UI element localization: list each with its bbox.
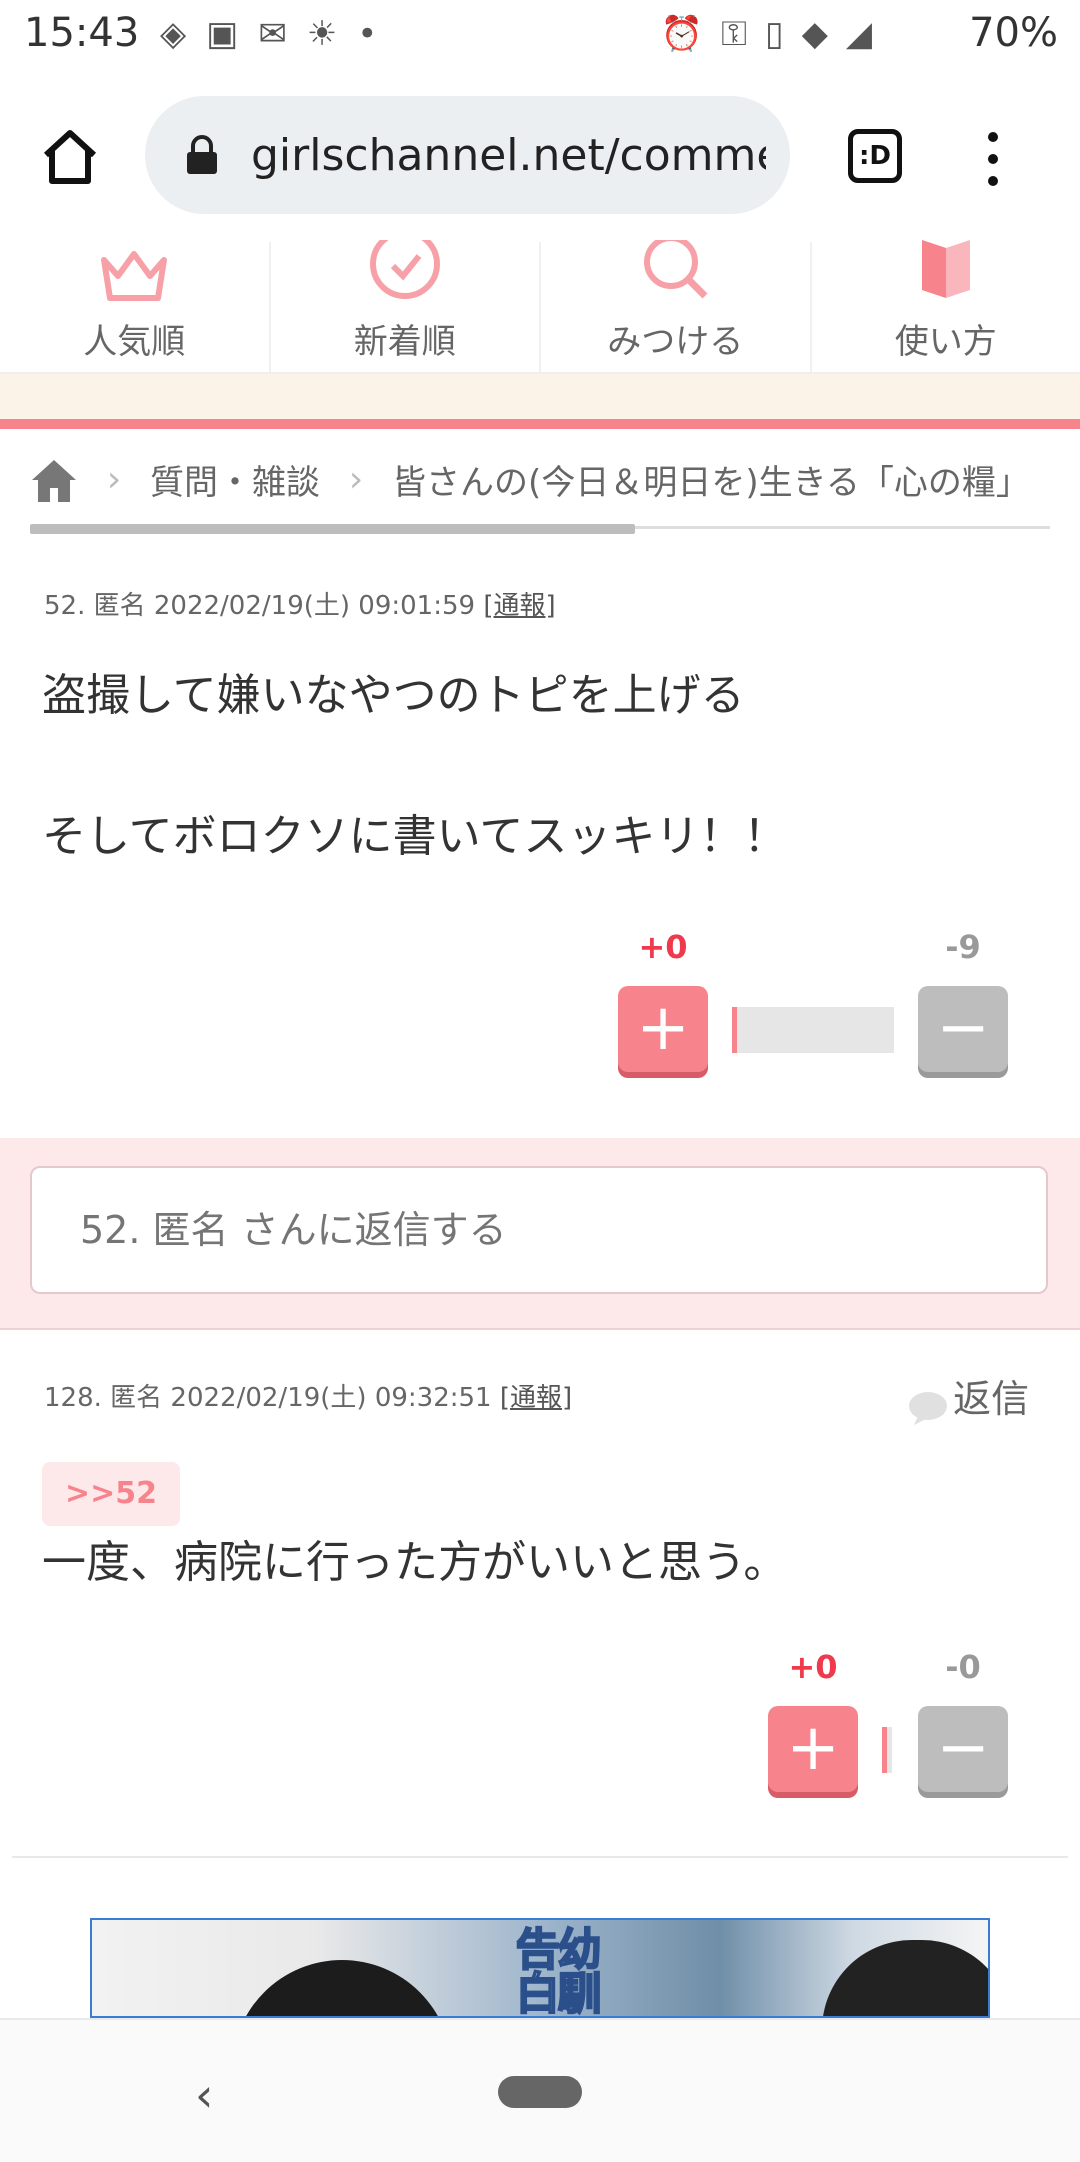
divider (12, 1856, 1068, 1858)
minus-count: -9 (918, 928, 1008, 966)
vote-ratio-bar (882, 1727, 892, 1773)
browser-toolbar: girlschannel.net/comme :D (0, 72, 1080, 244)
home-icon[interactable] (40, 127, 100, 187)
nav-popular[interactable]: 人気順 (0, 242, 271, 372)
nav-label: みつける (541, 314, 810, 363)
magnifier-icon (635, 240, 715, 306)
back-icon[interactable]: ‹ (195, 2068, 213, 2122)
breadcrumb: › 質問・雑談 › 皆さんの(今日＆明日を)生きる「心の糧」 (30, 455, 1050, 525)
clock-icon (365, 240, 445, 306)
reply-label: 返信 (953, 1377, 1029, 1421)
home-crumb-icon[interactable] (30, 458, 78, 502)
nav-label: 使い方 (812, 314, 1080, 363)
reply-button[interactable]: 返信 (908, 1368, 1029, 1425)
home-gesture-pill[interactable] (498, 2076, 582, 2108)
speech-bubble-icon (908, 1391, 948, 1425)
lock-icon (185, 134, 219, 176)
report-link[interactable]: [通報] (500, 1383, 572, 1413)
nav-newest[interactable]: 新着順 (271, 242, 542, 372)
minus-button[interactable]: − (918, 1706, 1008, 1792)
battery-level: 70% (969, 10, 1058, 56)
overflow-menu-icon[interactable] (988, 132, 998, 198)
system-nav-bar: ‹ (0, 2018, 1080, 2162)
system-icons: ⏰⚿▯◆◢ (661, 14, 890, 54)
tab-switcher-button[interactable]: :D (848, 129, 902, 183)
notification-icons: ◈▣✉☀• (160, 14, 397, 54)
plus-count: +0 (618, 928, 708, 966)
chevron-right-icon: › (349, 459, 363, 500)
plus-count: +0 (768, 1648, 858, 1686)
comment-meta: 128. 匿名 2022/02/19(土) 09:32:51 [通報] (44, 1377, 572, 1414)
accent-line (0, 419, 1080, 429)
ad-figure-silhouette (822, 1940, 990, 2018)
book-icon (906, 240, 986, 306)
comment-body-line: 盗撮して嫌いなやつのトピを上げる (42, 665, 745, 727)
url-text: girlschannel.net/comme (251, 130, 766, 181)
nav-label: 人気順 (0, 314, 269, 363)
plus-button[interactable]: + (768, 1706, 858, 1792)
report-link[interactable]: [通報] (483, 591, 555, 621)
status-bar: 15:43 ◈▣✉☀• ⏰⚿▯◆◢ 70% (0, 0, 1080, 72)
minus-button[interactable]: − (918, 986, 1008, 1072)
ad-caption-b: 告白 (508, 1926, 559, 2014)
breadcrumb-category[interactable]: 質問・雑談 (150, 463, 320, 503)
ad-banner-image[interactable]: 幼馴告白 (90, 1918, 990, 2018)
nav-label: 新着順 (271, 314, 540, 363)
nav-find[interactable]: みつける (541, 242, 812, 372)
plus-button[interactable]: + (618, 986, 708, 1072)
banner-strip (0, 374, 1080, 419)
chevron-right-icon: › (107, 459, 121, 500)
breadcrumb-topic[interactable]: 皆さんの(今日＆明日を)生きる「心の糧」 (392, 463, 1030, 503)
address-bar[interactable]: girlschannel.net/comme (145, 96, 790, 214)
comment-meta: 52. 匿名 2022/02/19(土) 09:01:59 [通報] (44, 585, 556, 622)
comment-body-line: そしてボロクソに書いてスッキリ！！ (42, 806, 787, 868)
comment-body: 一度、病院に行った方がいいと思う。 (42, 1532, 787, 1594)
nav-howto[interactable]: 使い方 (812, 242, 1080, 372)
comment-info: 52. 匿名 2022/02/19(土) 09:01:59 (44, 591, 475, 621)
ad-figure-hair (232, 1960, 452, 2018)
reply-input[interactable] (30, 1166, 1048, 1294)
crown-icon (94, 240, 174, 306)
site-nav: 人気順 新着順 みつける 使い方 (0, 242, 1080, 374)
ad-caption: 幼馴告白 (512, 1926, 596, 2016)
reply-area (0, 1138, 1080, 1330)
minus-count: -0 (918, 1648, 1008, 1686)
comment-info: 128. 匿名 2022/02/19(土) 09:32:51 (44, 1383, 492, 1413)
vote-ratio-bar (732, 1007, 894, 1053)
anchor-link[interactable]: >>52 (42, 1462, 180, 1526)
breadcrumb-scroll-thumb[interactable] (30, 524, 635, 534)
status-time: 15:43 (24, 10, 139, 56)
